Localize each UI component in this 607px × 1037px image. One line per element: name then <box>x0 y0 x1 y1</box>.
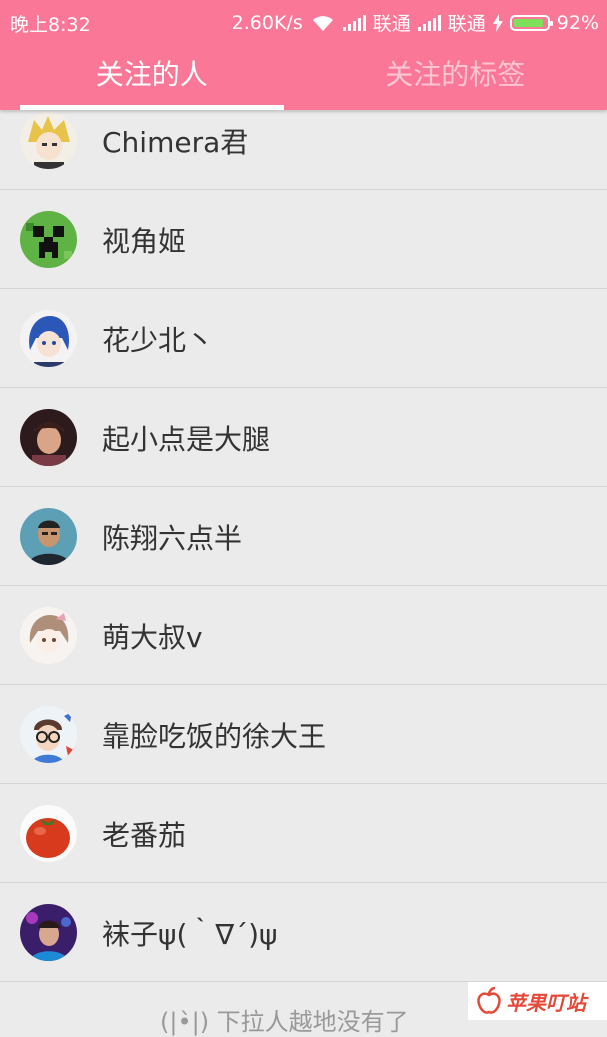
user-name: 陈翔六点半 <box>102 517 242 557</box>
carrier-label: 联通 <box>373 9 411 36</box>
tab-indicator <box>20 105 284 110</box>
tab-label: 关注的标签 <box>385 58 525 91</box>
user-name: 老番茄 <box>102 814 186 854</box>
user-name: 视角姬 <box>102 220 186 260</box>
cartoon-glasses-avatar <box>20 706 77 763</box>
signal-icon-2 <box>418 15 441 31</box>
status-right: 2.60K/s 联通 联通 92% <box>232 9 599 36</box>
watermark-text: 苹果叮站 <box>506 987 586 1016</box>
wifi-icon <box>310 13 336 33</box>
list-item[interactable]: 靠脸吃饭的徐大王 <box>0 685 607 784</box>
user-name: 花少北丶 <box>102 319 214 359</box>
anime-sketch-avatar <box>20 607 77 664</box>
app-header: 晚上8:32 2.60K/s 联通 联通 92% 关注的人 关注的标签 <box>0 0 607 110</box>
user-name: Chimera君 <box>102 121 248 161</box>
list-item[interactable]: 起小点是大腿 <box>0 388 607 487</box>
person-photo-avatar <box>20 508 77 565</box>
apple-logo-icon <box>476 987 502 1015</box>
tomato-avatar <box>20 805 77 862</box>
list-item[interactable]: 陈翔六点半 <box>0 487 607 586</box>
tab-following-tags[interactable]: 关注的标签 <box>304 50 607 110</box>
battery-percent: 92% <box>557 12 599 34</box>
list-item[interactable]: 视角姬 <box>0 190 607 289</box>
creeper-face-avatar <box>20 211 77 268</box>
following-list: Chimera君 视角姬 花少北丶 起小点是大腿 陈翔六点半 萌大叔v 靠脸 <box>0 91 607 982</box>
carrier-label-2: 联通 <box>448 9 486 36</box>
tab-label: 关注的人 <box>96 58 208 91</box>
user-name: 萌大叔v <box>102 616 203 656</box>
signal-icon <box>343 15 366 31</box>
status-time: 晚上8:32 <box>10 10 91 37</box>
anime-blue-hair-avatar <box>20 310 77 367</box>
tab-following-people[interactable]: 关注的人 <box>0 50 304 110</box>
tab-bar: 关注的人 关注的标签 <box>0 50 607 110</box>
battery-icon <box>510 15 550 31</box>
user-name: 靠脸吃饭的徐大王 <box>102 715 326 755</box>
watermark-logo: 苹果叮站 <box>468 982 607 1020</box>
person-photo-avatar <box>20 409 77 466</box>
charging-icon <box>493 14 503 32</box>
battery-level <box>514 19 543 27</box>
purple-photo-avatar <box>20 904 77 961</box>
user-name: 袜子ψ(｀∇´)ψ <box>102 913 278 953</box>
list-item[interactable]: 袜子ψ(｀∇´)ψ <box>0 883 607 982</box>
user-name: 起小点是大腿 <box>102 418 270 458</box>
list-item[interactable]: 花少北丶 <box>0 289 607 388</box>
list-item[interactable]: 老番茄 <box>0 784 607 883</box>
network-speed: 2.60K/s <box>232 12 303 34</box>
status-bar: 晚上8:32 2.60K/s 联通 联通 92% <box>0 0 607 42</box>
list-item[interactable]: 萌大叔v <box>0 586 607 685</box>
anime-blonde-avatar <box>20 112 77 169</box>
